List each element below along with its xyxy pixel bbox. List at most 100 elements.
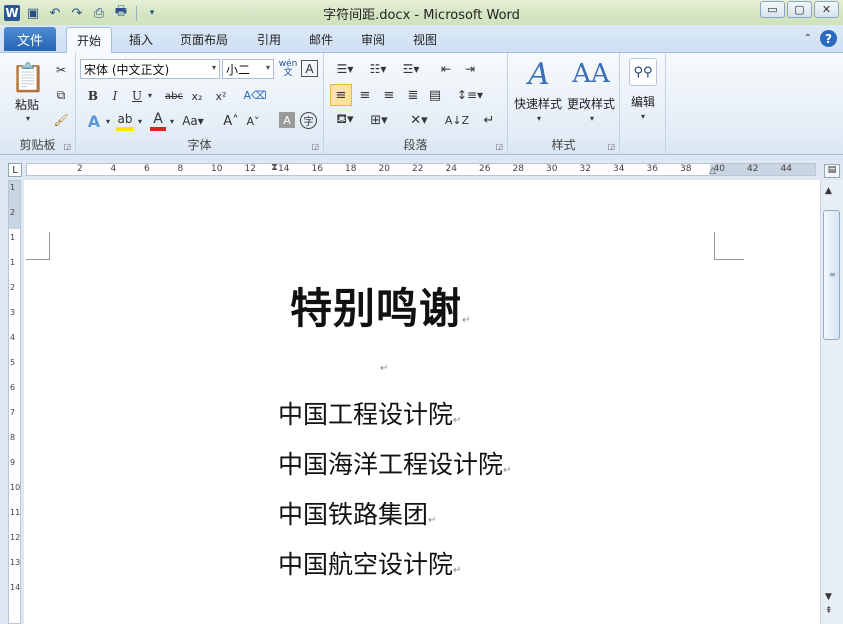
empty-paragraph[interactable]: ↵ — [380, 360, 388, 374]
bullets-icon[interactable]: ☰▾ — [332, 60, 358, 78]
find-binoculars-icon[interactable]: ⚲⚲ — [629, 58, 657, 86]
strikethrough-icon[interactable]: abc — [162, 87, 186, 105]
quick-styles-label[interactable]: 快速样式 — [514, 95, 562, 112]
clear-formatting-icon[interactable]: A⌫ — [243, 85, 266, 105]
clipboard-launcher-icon[interactable]: ◲ — [63, 142, 71, 151]
numbering-icon[interactable]: ☷▾ — [365, 60, 391, 78]
quick-styles-dropdown-icon[interactable]: ▾ — [534, 113, 544, 123]
paste-dropdown-icon[interactable]: ▾ — [23, 113, 33, 123]
vertical-ruler-number: 13 — [10, 558, 21, 567]
align-center-icon[interactable]: ≡ — [354, 84, 376, 106]
editing-dropdown-icon[interactable]: ▾ — [638, 111, 648, 121]
distributed-icon[interactable]: ▤ — [424, 84, 446, 106]
superscript-icon[interactable]: x² — [212, 87, 230, 105]
paragraph-launcher-icon[interactable]: ◲ — [495, 142, 503, 151]
ruler-number: 2 — [77, 164, 83, 174]
vertical-ruler-track[interactable]: 1 2 1 1 2 3 4 5 6 7 8 9 10 11 12 13 14 — [8, 180, 21, 624]
grow-font-icon[interactable]: A˄ — [222, 111, 240, 131]
multilevel-list-icon[interactable]: ☲▾ — [398, 60, 424, 78]
collapse-ribbon-icon[interactable]: ⌃ — [804, 33, 812, 44]
line-spacing-icon[interactable]: ↕≡▾ — [456, 84, 484, 106]
cut-icon[interactable]: ✂ — [52, 61, 70, 79]
tab-page-layout[interactable]: 页面布局 — [180, 31, 228, 48]
minimize-button[interactable]: ▭ — [760, 1, 785, 18]
sort-icon[interactable]: A↓Z — [445, 110, 469, 130]
font-name-dropdown-icon[interactable]: ▾ — [212, 63, 216, 72]
tab-insert[interactable]: 插入 — [129, 31, 153, 48]
enclose-characters-icon[interactable]: 字 — [300, 112, 317, 129]
justify-icon[interactable]: ≣ — [402, 84, 424, 106]
scroll-up-icon[interactable]: ▲ — [825, 186, 832, 196]
tab-selector-icon[interactable]: L — [8, 163, 22, 177]
ruler-track[interactable]: 2 4 6 8 10 12 14 16 18 20 22 24 26 28 30 32 34 36 38 40 42 44… — [26, 162, 816, 176]
ruler-number: 16 — [311, 164, 323, 174]
font-size-combo[interactable]: 小二 ▾ — [222, 59, 274, 79]
clipboard-group: 📋 粘贴 ▾ ✂ ⧉ 🖌 剪贴板 ◲ — [0, 53, 76, 155]
bold-icon[interactable]: B — [84, 87, 102, 105]
show-marks-icon[interactable]: ↵ — [480, 110, 498, 130]
scroll-down-icon[interactable]: ▼ — [825, 592, 832, 602]
maximize-button[interactable]: ▢ — [787, 1, 812, 18]
chinese-layout-icon[interactable]: ✕▾ — [406, 110, 432, 130]
subscript-icon[interactable]: x₂ — [188, 87, 206, 105]
character-border-icon[interactable]: A — [301, 60, 318, 77]
document-line[interactable]: 中国工程设计院↵ — [278, 395, 461, 431]
right-indent-icon[interactable]: △ — [709, 166, 716, 176]
change-styles-dropdown-icon[interactable]: ▾ — [587, 113, 597, 123]
quick-styles-icon[interactable]: A — [522, 57, 556, 92]
paste-icon[interactable]: 📋 — [11, 59, 46, 95]
document-line[interactable]: 中国铁路集团↵ — [278, 495, 436, 531]
indent-marker-icon[interactable]: ⧗ — [271, 162, 278, 173]
close-button[interactable]: ✕ — [814, 1, 839, 18]
paste-button-label[interactable]: 粘贴 — [15, 96, 39, 113]
highlight-dropdown-icon[interactable]: ▾ — [135, 116, 145, 126]
underline-dropdown-icon[interactable]: ▾ — [145, 90, 155, 100]
vertical-scrollbar[interactable]: ▤ ▲ ≡ ▼ ⇞ — [820, 164, 843, 624]
font-launcher-icon[interactable]: ◲ — [311, 142, 319, 151]
change-styles-icon[interactable]: AA — [572, 57, 610, 91]
copy-icon[interactable]: ⧉ — [52, 86, 70, 104]
view-ruler-icon[interactable]: ▤ — [824, 164, 840, 178]
text-effects-dropdown-icon[interactable]: ▾ — [103, 116, 113, 126]
underline-icon[interactable]: U — [128, 87, 146, 105]
highlight-icon[interactable]: ab — [116, 111, 134, 131]
change-case-icon[interactable]: Aa▾ — [182, 111, 204, 131]
vertical-ruler-number: 8 — [10, 433, 16, 442]
help-icon[interactable]: ? — [820, 30, 837, 47]
tab-view[interactable]: 视图 — [413, 31, 437, 48]
phonetic-guide-icon[interactable]: wén 文 — [278, 58, 298, 80]
decrease-indent-icon[interactable]: ⇤ — [436, 60, 456, 78]
ruler-number: 42 — [747, 164, 759, 174]
scroll-thumb[interactable]: ≡ — [823, 210, 840, 340]
font-color-icon[interactable]: A — [150, 111, 166, 131]
font-name-combo[interactable]: 宋体 (中文正文) ▾ — [80, 59, 220, 79]
italic-icon[interactable]: I — [106, 87, 124, 105]
tab-review[interactable]: 审阅 — [361, 31, 385, 48]
tab-home[interactable]: 开始 — [66, 27, 113, 54]
shading-icon[interactable]: ⛾▾ — [332, 110, 358, 130]
line-text: 中国航空设计院 — [278, 550, 454, 579]
tab-mailings[interactable]: 邮件 — [309, 31, 333, 48]
previous-page-icon[interactable]: ⇞ — [825, 606, 833, 616]
shrink-font-icon[interactable]: A˅ — [244, 111, 262, 131]
align-right-icon[interactable]: ≡ — [378, 84, 400, 106]
text-effects-icon[interactable]: A — [84, 111, 104, 131]
document-title[interactable]: 特别鸣谢↵ — [290, 275, 471, 336]
editing-button-label[interactable]: 编辑 — [631, 93, 655, 110]
align-left-icon[interactable]: ≡ — [330, 84, 352, 106]
styles-launcher-icon[interactable]: ◲ — [607, 142, 615, 151]
document-line[interactable]: 中国海洋工程设计院↵ — [278, 445, 511, 481]
tab-references[interactable]: 引用 — [257, 31, 281, 48]
document-page[interactable]: 特别鸣谢↵ ↵ 中国工程设计院↵ 中国海洋工程设计院↵ 中国铁路集团↵ 中国航空… — [24, 180, 820, 624]
document-line[interactable]: 中国航空设计院↵ — [278, 545, 461, 581]
format-painter-icon[interactable]: 🖌 — [52, 111, 70, 129]
font-color-dropdown-icon[interactable]: ▾ — [167, 116, 177, 126]
vertical-ruler-number: 11 — [10, 508, 21, 517]
change-styles-label[interactable]: 更改样式 — [567, 95, 615, 112]
increase-indent-icon[interactable]: ⇥ — [460, 60, 480, 78]
document-title-text: 特别鸣谢 — [290, 284, 463, 333]
character-shading-icon[interactable]: A — [279, 112, 295, 128]
tab-file[interactable]: 文件 — [4, 27, 56, 51]
font-size-dropdown-icon[interactable]: ▾ — [266, 63, 270, 72]
borders-icon[interactable]: ⊞▾ — [366, 110, 392, 130]
